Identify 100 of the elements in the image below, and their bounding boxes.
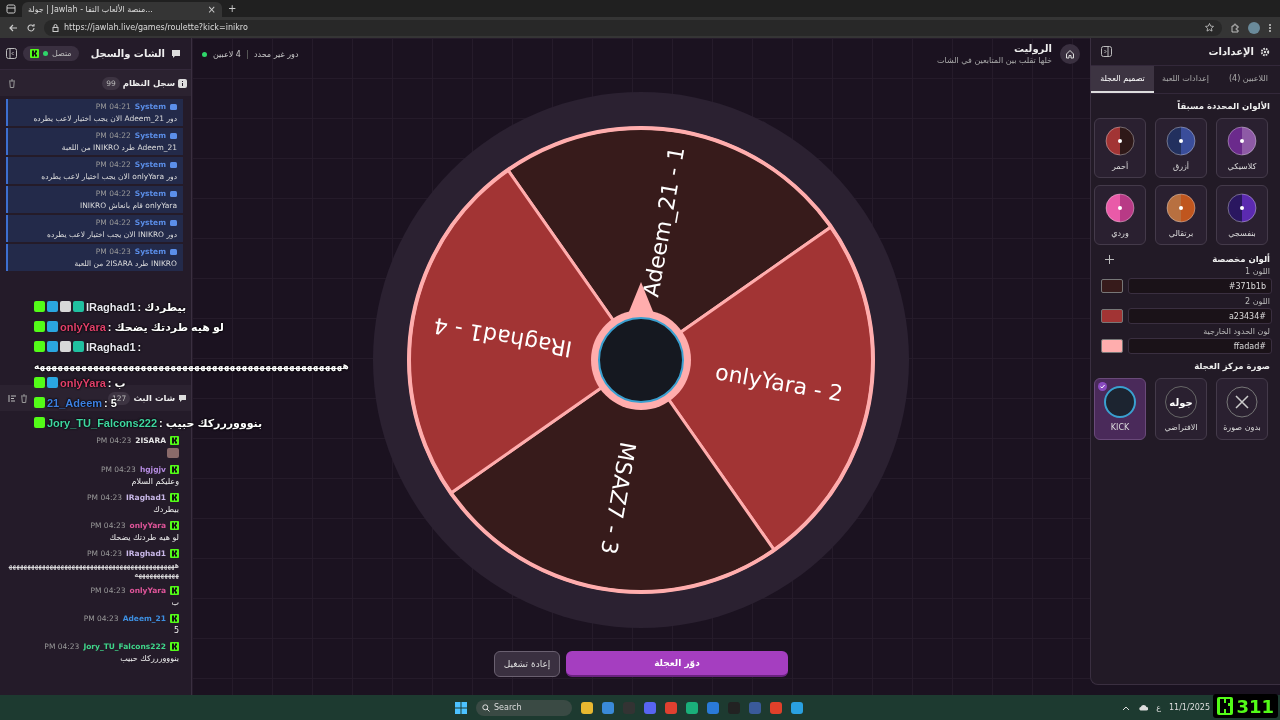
kick-logo-icon: [170, 436, 179, 445]
reload-icon[interactable]: [26, 22, 36, 33]
photo-placeholder: [1104, 386, 1136, 418]
kick-logo-icon: [170, 614, 179, 623]
message-text: بيطردك: [152, 505, 179, 514]
address-bar[interactable]: https://jawlah.live/games/roulette?kick=inikro: [44, 19, 1222, 36]
browser-tab[interactable]: جولة | Jawlah - منصة الألعاب التفا... ×: [22, 2, 222, 17]
status-dot: [202, 51, 207, 57]
taskbar-app-icon[interactable]: [602, 701, 614, 714]
clock-date[interactable]: 11/1/2025: [1168, 703, 1210, 712]
field-label: لون الحدود الخارجية: [1202, 327, 1271, 336]
color-swatch-icon: [1104, 125, 1136, 157]
settings-tab[interactable]: إعدادات اللعبة: [1154, 66, 1217, 93]
color-swatch[interactable]: [1101, 309, 1123, 323]
center-image-option[interactable]: بدون صورة: [1216, 378, 1268, 440]
panel-toggle-icon[interactable]: [5, 48, 17, 59]
lock-icon: [52, 23, 59, 32]
back-icon[interactable]: [8, 22, 18, 33]
kick-logo-icon: [1217, 697, 1234, 715]
page-title: الروليت: [1012, 43, 1052, 54]
color-input[interactable]: #371b1b: [1128, 278, 1272, 294]
spin-button[interactable]: دوّر العجلة: [566, 651, 788, 677]
taskbar-app-icon[interactable]: [686, 701, 698, 714]
overlay-username: Jory_TU_Falcons222: [47, 416, 158, 431]
trash-icon[interactable]: [8, 78, 16, 88]
center-image-option[interactable]: KICK: [1094, 378, 1146, 440]
overlay-message: : بيطردك: [137, 300, 187, 315]
windows-icon[interactable]: [455, 701, 467, 714]
logo-text: جوله: [1169, 396, 1193, 408]
overlay-username: onlyYara: [60, 320, 106, 335]
preset-button[interactable]: وردي: [1094, 185, 1146, 245]
menu-icon[interactable]: [1268, 22, 1272, 33]
preset-button[interactable]: كلاسيكي: [1216, 118, 1268, 178]
panel-toggle-icon[interactable]: [1101, 46, 1112, 57]
overlay-username: IRaghad1: [86, 340, 136, 355]
message-text: 5: [172, 626, 179, 635]
preset-button[interactable]: أحمر: [1094, 118, 1146, 178]
color-swatch-icon: [1226, 192, 1258, 224]
chevron-icon[interactable]: [1122, 704, 1131, 711]
section-title: شات البث: [133, 393, 175, 403]
overlay-message: : بنوووررركك حبيب: [159, 416, 263, 432]
color-input[interactable]: #ffadad: [1128, 338, 1272, 354]
home-button[interactable]: [1060, 44, 1080, 64]
color-swatch-icon: [1165, 192, 1197, 224]
restart-button[interactable]: إعادة تشغيل: [494, 651, 560, 677]
preset-button[interactable]: أزرق: [1155, 118, 1207, 178]
kick-logo-icon: [29, 49, 39, 58]
check-icon: [1098, 382, 1107, 391]
trash-icon[interactable]: [20, 393, 28, 403]
segment-label: IRaghad1 - 4: [431, 312, 574, 362]
panel-title: الشات والسجل: [90, 48, 165, 59]
taskbar-app-icon[interactable]: [581, 701, 593, 714]
message-text: بنوووررركك حبيب: [119, 654, 179, 663]
segment-label: onlyYara - 2: [713, 358, 845, 406]
star-icon[interactable]: [1205, 23, 1214, 32]
color-swatch[interactable]: [1101, 339, 1123, 353]
section-title: صورة مركز العجلة: [1193, 360, 1271, 374]
player-count: 4 لاعبين: [213, 49, 241, 59]
overlay-username: 21_Adeem: [47, 396, 103, 411]
info-icon: [178, 78, 187, 88]
connection-status: متصل: [22, 46, 79, 61]
settings-tab[interactable]: اللاعبين (4): [1217, 66, 1280, 93]
filter-icon[interactable]: [8, 393, 17, 403]
sidebar-icon[interactable]: [6, 3, 16, 14]
color-swatch[interactable]: [1101, 279, 1123, 293]
overlay-message: ههههههههههههههههههههههههههههههههههههههههههههههههههههه: [34, 360, 350, 373]
preset-button[interactable]: برتقالي: [1155, 185, 1207, 245]
search-field[interactable]: Search: [476, 699, 572, 716]
counter-value: 311: [1236, 695, 1274, 717]
message-text: وعليكم السلام: [130, 477, 179, 486]
turn-status: دور غير محدد: [253, 49, 299, 59]
page-subtitle: خلها تقلب بين المتابعين في الشات: [937, 56, 1052, 65]
profile-icon[interactable]: [1248, 21, 1260, 34]
overlay-username: IRaghad1: [86, 300, 136, 315]
section-title: سجل النظام: [122, 78, 175, 88]
settings-tab[interactable]: تصميم العجلة: [1091, 66, 1154, 93]
keyboard-language[interactable]: ع: [1156, 703, 1161, 712]
add-color-button[interactable]: [1105, 254, 1114, 264]
extensions-icon[interactable]: [1230, 22, 1240, 33]
cloud-icon[interactable]: [1138, 704, 1149, 711]
taskbar-app-icon[interactable]: [707, 701, 719, 714]
message-text: ب: [170, 598, 179, 607]
chat-icon: [171, 48, 181, 59]
preset-button[interactable]: بنفسجي: [1216, 185, 1268, 245]
chat-icon: [178, 393, 187, 403]
close-tab-button[interactable]: ×: [207, 4, 216, 15]
taskbar-app-icon[interactable]: [665, 701, 677, 714]
center-image-option[interactable]: جوله الافتراضي: [1155, 378, 1207, 440]
segment-label: MSAZ7 - 3: [596, 439, 641, 556]
sticker-image: [167, 448, 179, 458]
overlay-username: onlyYara: [60, 376, 106, 391]
overlay-message: : ب: [107, 376, 126, 391]
settings-icon: [1260, 46, 1270, 57]
color-input[interactable]: #a23434: [1128, 308, 1272, 324]
taskbar-app-icon[interactable]: [791, 701, 803, 714]
panel-title: الإعدادات: [1208, 46, 1254, 57]
new-tab-button[interactable]: +: [228, 3, 237, 14]
field-label: اللون 2: [1244, 297, 1271, 306]
taskbar-app-icon[interactable]: [770, 701, 782, 714]
plus-icon: [1105, 254, 1114, 264]
